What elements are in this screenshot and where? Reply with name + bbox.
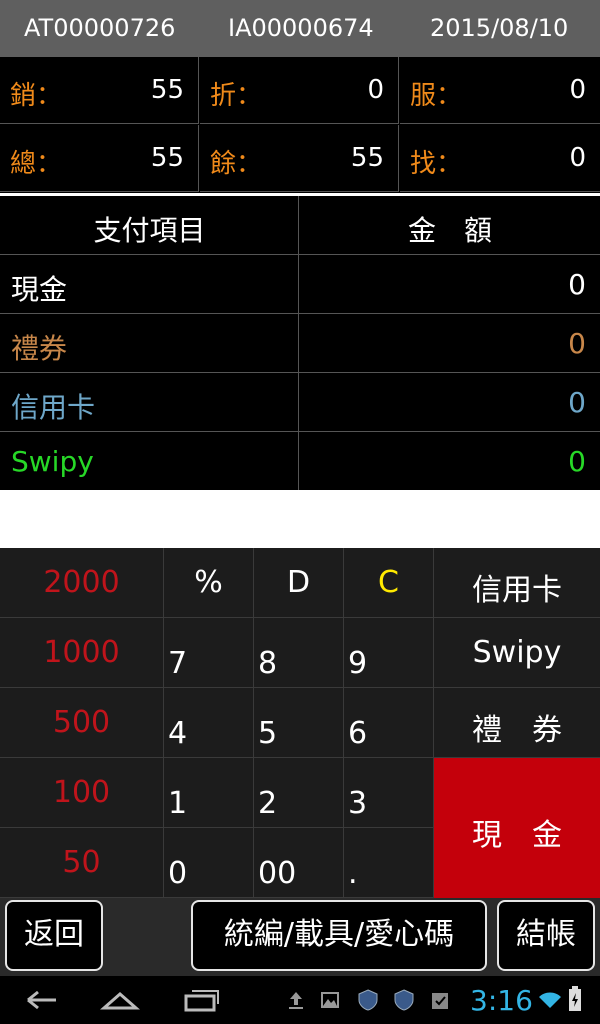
swipy-button[interactable]: Swipy <box>434 618 600 688</box>
summary-service: 服： 0 <box>400 57 600 124</box>
header-bar: AT00000726 IA00000674 2015/08/10 <box>0 0 600 57</box>
clipboard-check-icon <box>432 993 448 1009</box>
denom-100-button[interactable]: 100 <box>0 758 164 828</box>
wifi-icon <box>539 992 561 1008</box>
home-icon[interactable] <box>100 988 140 1012</box>
date: 2015/08/10 <box>430 14 569 42</box>
payment-row-swipy[interactable]: Swipy 0 <box>0 432 600 491</box>
clock: 3:16 <box>470 984 533 1017</box>
summary-change: 找： 0 <box>400 125 600 192</box>
digit-3-button[interactable]: 3 <box>344 758 434 828</box>
payment-table: 支付項目 金 額 現金 0 禮券 0 信用卡 0 Swipy 0 <box>0 196 600 490</box>
summary-panel: 銷： 55 折： 0 服： 0 總： 55 餘： 55 找： 0 <box>0 57 600 193</box>
denom-50-button[interactable]: 50 <box>0 828 164 898</box>
decimal-point-button[interactable]: . <box>344 828 434 898</box>
digit-5-button[interactable]: 5 <box>254 688 344 758</box>
digit-00-button[interactable]: 00 <box>254 828 344 898</box>
invoice-id: IA00000674 <box>228 14 374 42</box>
denom-500-button[interactable]: 500 <box>0 688 164 758</box>
digit-0-button[interactable]: 0 <box>164 828 254 898</box>
summary-sales: 銷： 55 <box>0 57 199 124</box>
shield-icon <box>394 989 414 1011</box>
payment-row-cash[interactable]: 現金 0 <box>0 255 600 314</box>
header-amount: 金 額 <box>407 214 492 247</box>
shield-icon <box>358 989 378 1011</box>
account-id: AT00000726 <box>24 14 176 42</box>
keypad: 2000 1000 500 100 50 % D C 7 8 9 4 5 6 1… <box>0 548 600 898</box>
digit-2-button[interactable]: 2 <box>254 758 344 828</box>
summary-balance: 餘： 55 <box>200 125 399 192</box>
credit-card-button[interactable]: 信用卡 <box>434 548 600 618</box>
digit-7-button[interactable]: 7 <box>164 618 254 688</box>
summary-total: 總： 55 <box>0 125 199 192</box>
digit-9-button[interactable]: 9 <box>344 618 434 688</box>
percent-button[interactable]: % <box>164 548 254 618</box>
cash-button[interactable]: 現 金 <box>434 758 600 898</box>
upload-icon <box>289 992 303 1009</box>
delete-button[interactable]: D <box>254 548 344 618</box>
digit-8-button[interactable]: 8 <box>254 618 344 688</box>
summary-discount: 折： 0 <box>200 57 399 124</box>
clear-button[interactable]: C <box>344 548 434 618</box>
checkout-button[interactable]: 結帳 <box>497 900 595 971</box>
header-item: 支付項目 <box>93 214 206 247</box>
battery-icon <box>569 986 581 1011</box>
denom-2000-button[interactable]: 2000 <box>0 548 164 618</box>
denom-1000-button[interactable]: 1000 <box>0 618 164 688</box>
recent-apps-icon[interactable] <box>182 988 222 1012</box>
back-button[interactable]: 返回 <box>5 900 103 971</box>
payment-table-header: 支付項目 金 額 <box>0 196 600 255</box>
system-nav-bar: 3:16 <box>0 976 600 1024</box>
payment-row-voucher[interactable]: 禮券 0 <box>0 314 600 373</box>
voucher-button[interactable]: 禮 券 <box>434 688 600 758</box>
digit-4-button[interactable]: 4 <box>164 688 254 758</box>
digit-6-button[interactable]: 6 <box>344 688 434 758</box>
payment-row-credit-card[interactable]: 信用卡 0 <box>0 373 600 432</box>
gallery-icon <box>321 992 339 1008</box>
carrier-button[interactable]: 統編/載具/愛心碼 <box>191 900 487 971</box>
action-bar: 返回 統編/載具/愛心碼 結帳 <box>0 898 600 976</box>
back-icon[interactable] <box>22 988 60 1012</box>
digit-1-button[interactable]: 1 <box>164 758 254 828</box>
